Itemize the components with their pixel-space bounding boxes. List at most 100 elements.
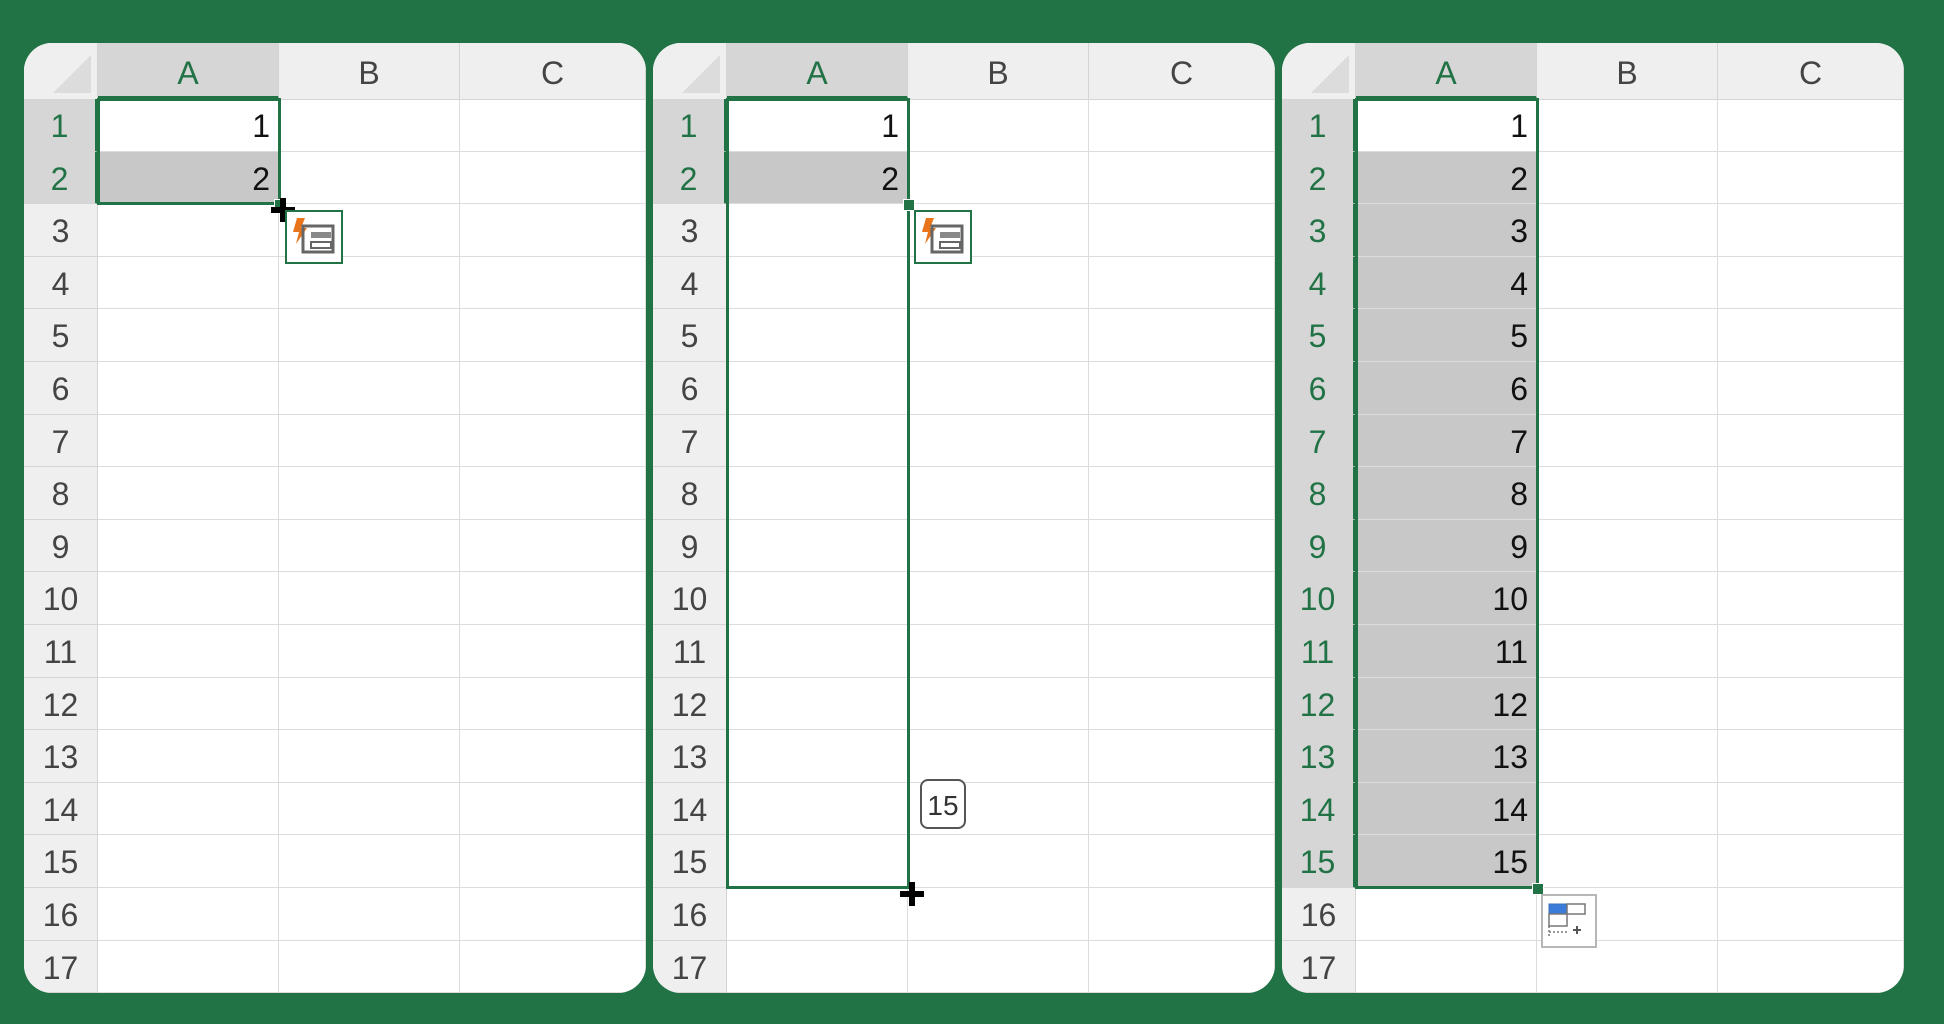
row-header-13[interactable]: 13 bbox=[653, 730, 727, 783]
row-header-4[interactable]: 4 bbox=[653, 256, 727, 310]
cell-c4[interactable] bbox=[1718, 256, 1904, 310]
row-header-2[interactable]: 2 bbox=[24, 151, 98, 205]
cell-c5[interactable] bbox=[1089, 309, 1275, 362]
flash-fill-icon[interactable] bbox=[285, 210, 343, 265]
row-header-9[interactable]: 9 bbox=[653, 519, 727, 573]
cell-c2[interactable] bbox=[1089, 151, 1275, 205]
cell-c12[interactable] bbox=[1718, 677, 1904, 731]
row-header-12[interactable]: 12 bbox=[653, 677, 727, 731]
cell-a9[interactable]: 9 bbox=[1356, 519, 1537, 573]
row-header-12[interactable]: 12 bbox=[1282, 677, 1356, 731]
cell-b14[interactable] bbox=[1537, 782, 1718, 836]
cell-a3[interactable] bbox=[98, 204, 279, 257]
row-header-5[interactable]: 5 bbox=[653, 309, 727, 362]
cell-b12[interactable] bbox=[279, 677, 460, 731]
cell-b9[interactable] bbox=[908, 519, 1089, 573]
cell-c3[interactable] bbox=[1089, 204, 1275, 257]
cell-b11[interactable] bbox=[1537, 625, 1718, 678]
row-header-10[interactable]: 10 bbox=[653, 572, 727, 625]
cell-a2[interactable]: 2 bbox=[98, 151, 279, 205]
row-header-16[interactable]: 16 bbox=[653, 888, 727, 941]
cell-b2[interactable] bbox=[908, 151, 1089, 205]
row-header-8[interactable]: 8 bbox=[1282, 467, 1356, 520]
cell-c10[interactable] bbox=[1718, 572, 1904, 625]
cell-b13[interactable] bbox=[279, 730, 460, 783]
cell-c12[interactable] bbox=[460, 677, 646, 731]
cell-a16[interactable] bbox=[1356, 888, 1537, 941]
cell-c17[interactable] bbox=[1718, 940, 1904, 993]
row-header-2[interactable]: 2 bbox=[653, 151, 727, 205]
cell-a7[interactable]: 7 bbox=[1356, 414, 1537, 468]
cell-c16[interactable] bbox=[460, 888, 646, 941]
cell-b11[interactable] bbox=[908, 625, 1089, 678]
cell-c6[interactable] bbox=[1718, 362, 1904, 415]
cell-c2[interactable] bbox=[1718, 151, 1904, 205]
cell-b16[interactable] bbox=[908, 888, 1089, 941]
row-header-3[interactable]: 3 bbox=[653, 204, 727, 257]
cell-a17[interactable] bbox=[98, 940, 279, 993]
column-header-a[interactable]: A bbox=[727, 43, 908, 99]
cell-b1[interactable] bbox=[1537, 99, 1718, 152]
row-header-13[interactable]: 13 bbox=[24, 730, 98, 783]
cell-a5[interactable]: 5 bbox=[1356, 309, 1537, 362]
cell-a13[interactable]: 13 bbox=[1356, 730, 1537, 783]
column-header-c[interactable]: C bbox=[1089, 43, 1275, 99]
row-header-17[interactable]: 17 bbox=[24, 940, 98, 993]
cell-c6[interactable] bbox=[460, 362, 646, 415]
row-header-15[interactable]: 15 bbox=[1282, 835, 1356, 888]
cell-b6[interactable] bbox=[908, 362, 1089, 415]
cell-a14[interactable] bbox=[98, 782, 279, 836]
row-header-11[interactable]: 11 bbox=[1282, 625, 1356, 678]
cell-a7[interactable] bbox=[727, 414, 908, 468]
cell-b7[interactable] bbox=[1537, 414, 1718, 468]
cell-c17[interactable] bbox=[1089, 940, 1275, 993]
cell-c11[interactable] bbox=[460, 625, 646, 678]
cell-c11[interactable] bbox=[1718, 625, 1904, 678]
cell-a2[interactable]: 2 bbox=[1356, 151, 1537, 205]
cell-a12[interactable] bbox=[727, 677, 908, 731]
cell-c6[interactable] bbox=[1089, 362, 1275, 415]
cell-b5[interactable] bbox=[279, 309, 460, 362]
cell-c15[interactable] bbox=[460, 835, 646, 888]
cell-c13[interactable] bbox=[1718, 730, 1904, 783]
cell-c2[interactable] bbox=[460, 151, 646, 205]
row-header-11[interactable]: 11 bbox=[24, 625, 98, 678]
cell-b4[interactable] bbox=[1537, 256, 1718, 310]
row-header-3[interactable]: 3 bbox=[1282, 204, 1356, 257]
column-header-b[interactable]: B bbox=[279, 43, 460, 99]
cell-c8[interactable] bbox=[1089, 467, 1275, 520]
cell-c8[interactable] bbox=[460, 467, 646, 520]
cell-c9[interactable] bbox=[1718, 519, 1904, 573]
cell-b15[interactable] bbox=[1537, 835, 1718, 888]
column-header-b[interactable]: B bbox=[1537, 43, 1718, 99]
cell-b13[interactable] bbox=[1537, 730, 1718, 783]
cell-a12[interactable] bbox=[98, 677, 279, 731]
row-header-7[interactable]: 7 bbox=[653, 414, 727, 468]
cell-a10[interactable] bbox=[727, 572, 908, 625]
cell-a10[interactable] bbox=[98, 572, 279, 625]
cell-a9[interactable] bbox=[98, 519, 279, 573]
cell-b9[interactable] bbox=[279, 519, 460, 573]
row-header-17[interactable]: 17 bbox=[1282, 940, 1356, 993]
cell-c4[interactable] bbox=[460, 256, 646, 310]
cell-a13[interactable] bbox=[727, 730, 908, 783]
row-header-10[interactable]: 10 bbox=[1282, 572, 1356, 625]
cell-a1[interactable]: 1 bbox=[1356, 99, 1537, 152]
cell-b2[interactable] bbox=[1537, 151, 1718, 205]
cell-c5[interactable] bbox=[1718, 309, 1904, 362]
cell-c12[interactable] bbox=[1089, 677, 1275, 731]
cell-a2[interactable]: 2 bbox=[727, 151, 908, 205]
cell-c5[interactable] bbox=[460, 309, 646, 362]
cell-b6[interactable] bbox=[279, 362, 460, 415]
row-header-3[interactable]: 3 bbox=[24, 204, 98, 257]
cell-a11[interactable] bbox=[98, 625, 279, 678]
row-header-14[interactable]: 14 bbox=[24, 782, 98, 836]
autofill-options-icon[interactable] bbox=[1541, 894, 1597, 948]
cell-c1[interactable] bbox=[1718, 99, 1904, 152]
row-header-12[interactable]: 12 bbox=[24, 677, 98, 731]
select-all-corner[interactable] bbox=[24, 43, 98, 99]
row-header-8[interactable]: 8 bbox=[653, 467, 727, 520]
cell-b12[interactable] bbox=[908, 677, 1089, 731]
row-header-6[interactable]: 6 bbox=[653, 362, 727, 415]
cell-c17[interactable] bbox=[460, 940, 646, 993]
